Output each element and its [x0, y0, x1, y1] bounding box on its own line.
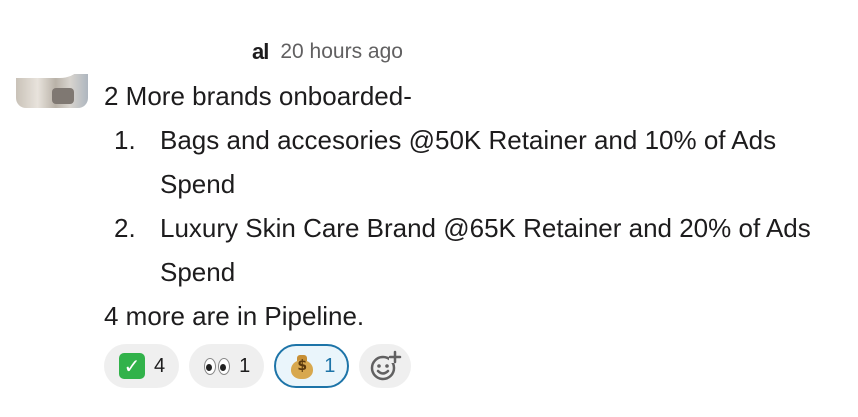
- white-check-mark-icon: ✓: [118, 352, 146, 380]
- timestamp[interactable]: 20 hours ago: [280, 40, 403, 64]
- list-number: 1.: [114, 125, 136, 155]
- reaction-moneybag[interactable]: $ 1: [274, 344, 350, 388]
- message-body: 2 More brands onboarded- 1. Bags and acc…: [104, 74, 844, 338]
- list-text: Bags and accesories @50K Retainer and 10…: [160, 125, 777, 199]
- reaction-eyes[interactable]: 1: [189, 344, 265, 388]
- author-name[interactable]: al: [252, 39, 269, 65]
- message-outro: 4 more are in Pipeline.: [104, 301, 365, 331]
- message-item: al 20 hours ago 2 More brands onboarded-…: [0, 0, 858, 417]
- add-emoji-icon: [371, 350, 402, 381]
- list-item: 1. Bags and accesories @50K Retainer and…: [104, 118, 844, 206]
- message-header: al 20 hours ago: [252, 36, 403, 68]
- list-text: Luxury Skin Care Brand @65K Retainer and…: [160, 213, 811, 287]
- message-intro: 2 More brands onboarded-: [104, 81, 412, 111]
- add-reaction-button[interactable]: [359, 344, 412, 388]
- reaction-count: 1: [324, 354, 336, 377]
- moneybag-icon: $: [288, 352, 316, 380]
- list-number: 2.: [114, 213, 136, 243]
- reaction-count: 1: [239, 354, 251, 377]
- eyes-icon: [203, 352, 231, 380]
- avatar[interactable]: [16, 36, 88, 108]
- reaction-count: 4: [154, 354, 166, 377]
- message-list: 1. Bags and accesories @50K Retainer and…: [104, 118, 844, 294]
- reaction-white-check-mark[interactable]: ✓ 4: [104, 344, 180, 388]
- list-item: 2. Luxury Skin Care Brand @65K Retainer …: [104, 206, 844, 294]
- reactions-bar: ✓ 4 1 $ 1: [104, 344, 412, 388]
